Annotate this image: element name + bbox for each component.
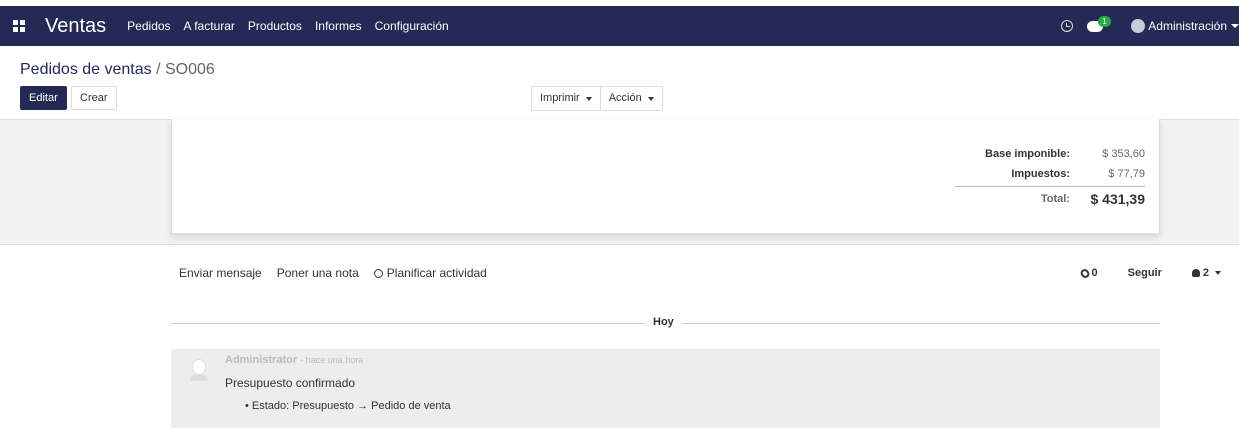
breadcrumb-separator: / (151, 61, 165, 78)
totals-divider (955, 186, 1145, 187)
print-label: Imprimir (540, 92, 580, 104)
users-icon (1191, 269, 1200, 277)
action-label: Acción (608, 92, 642, 104)
edit-button[interactable]: Editar (20, 86, 67, 110)
caret-down-icon (585, 96, 592, 101)
tax-label: Impuestos: (1011, 168, 1070, 180)
top-navbar: Ventas Pedidos A facturar Productos Info… (0, 6, 1239, 46)
app-name[interactable]: Ventas (45, 15, 106, 38)
message-author: Administrator - hace una hora (225, 354, 363, 366)
attachments-count: 0 (1091, 267, 1098, 279)
menu-pedidos[interactable]: Pedidos (127, 19, 170, 33)
total-value: $ 431,39 (1090, 191, 1146, 207)
main-menu: Pedidos A facturar Productos Informes Co… (127, 19, 462, 33)
user-avatar[interactable] (1131, 19, 1146, 33)
send-message-button[interactable]: Enviar mensaje (179, 266, 262, 280)
chat-badge: 1 (1098, 15, 1111, 27)
chatter-topbar-right: 0 Seguir 2 (1078, 266, 1239, 280)
caret-down-icon (647, 96, 654, 101)
chatter-toolbar: Enviar mensaje Poner una nota Planificar… (179, 266, 502, 280)
navbar-systray: 1 Administración (1061, 6, 1239, 46)
form-sheet: Base imponible: $ 353,60 Impuestos: $ 77… (171, 119, 1160, 234)
total-label: Total: (1040, 193, 1070, 205)
follow-button[interactable]: Seguir (1128, 267, 1162, 279)
menu-informes[interactable]: Informes (315, 19, 362, 33)
attachments-button[interactable]: 0 (1078, 266, 1098, 280)
totals-row: Impuestos: $ 77,79 (955, 164, 1145, 184)
apps-menu-icon[interactable] (13, 20, 25, 32)
breadcrumb-current: SO006 (165, 61, 215, 78)
chevron-down-icon[interactable] (1231, 24, 1239, 28)
menu-a-facturar[interactable]: A facturar (184, 19, 235, 33)
tracking-value: • Estado: Presupuesto → Pedido de venta (245, 400, 451, 412)
menu-productos[interactable]: Productos (248, 19, 302, 33)
totals-row: Total: $ 431,39 (955, 189, 1145, 209)
activities-clock-icon[interactable] (1061, 20, 1074, 32)
create-button[interactable]: Crear (71, 86, 117, 110)
schedule-label: Planificar actividad (386, 266, 487, 280)
breadcrumb-parent[interactable]: Pedidos de ventas (20, 61, 152, 78)
log-note-button[interactable]: Poner una nota (277, 266, 359, 280)
followers-count: 2 (1202, 267, 1209, 279)
action-dropdowns: Imprimir Acción (531, 86, 663, 111)
messaging-chat-icon[interactable]: 1 (1087, 15, 1111, 32)
tax-value: $ 77,79 (1108, 168, 1145, 180)
user-menu[interactable]: Administración (1148, 19, 1227, 33)
caret-down-icon (1215, 271, 1221, 275)
day-label: Hoy (645, 316, 682, 328)
breadcrumb: Pedidos de ventas / SO006 (20, 61, 215, 79)
menu-configuracion[interactable]: Configuración (375, 19, 449, 33)
paperclip-icon (1078, 266, 1091, 280)
followers-button[interactable]: 2 (1191, 267, 1221, 279)
action-dropdown[interactable]: Acción (599, 87, 662, 110)
clock-icon (373, 268, 383, 278)
base-value: $ 353,60 (1102, 148, 1145, 160)
totals-row: Base imponible: $ 353,60 (955, 144, 1145, 164)
message-time: - hace una hora (300, 355, 364, 365)
message-body: Presupuesto confirmado (225, 376, 356, 390)
schedule-activity-button[interactable]: Planificar actividad (373, 266, 487, 280)
chatter-message: Administrator - hace una hora Presupuest… (171, 349, 1160, 428)
author-avatar[interactable] (190, 359, 208, 383)
author-name[interactable]: Administrator (225, 354, 297, 366)
base-label: Base imponible: (985, 148, 1070, 160)
totals-table: Base imponible: $ 353,60 Impuestos: $ 77… (955, 144, 1145, 209)
print-dropdown[interactable]: Imprimir (532, 87, 600, 110)
